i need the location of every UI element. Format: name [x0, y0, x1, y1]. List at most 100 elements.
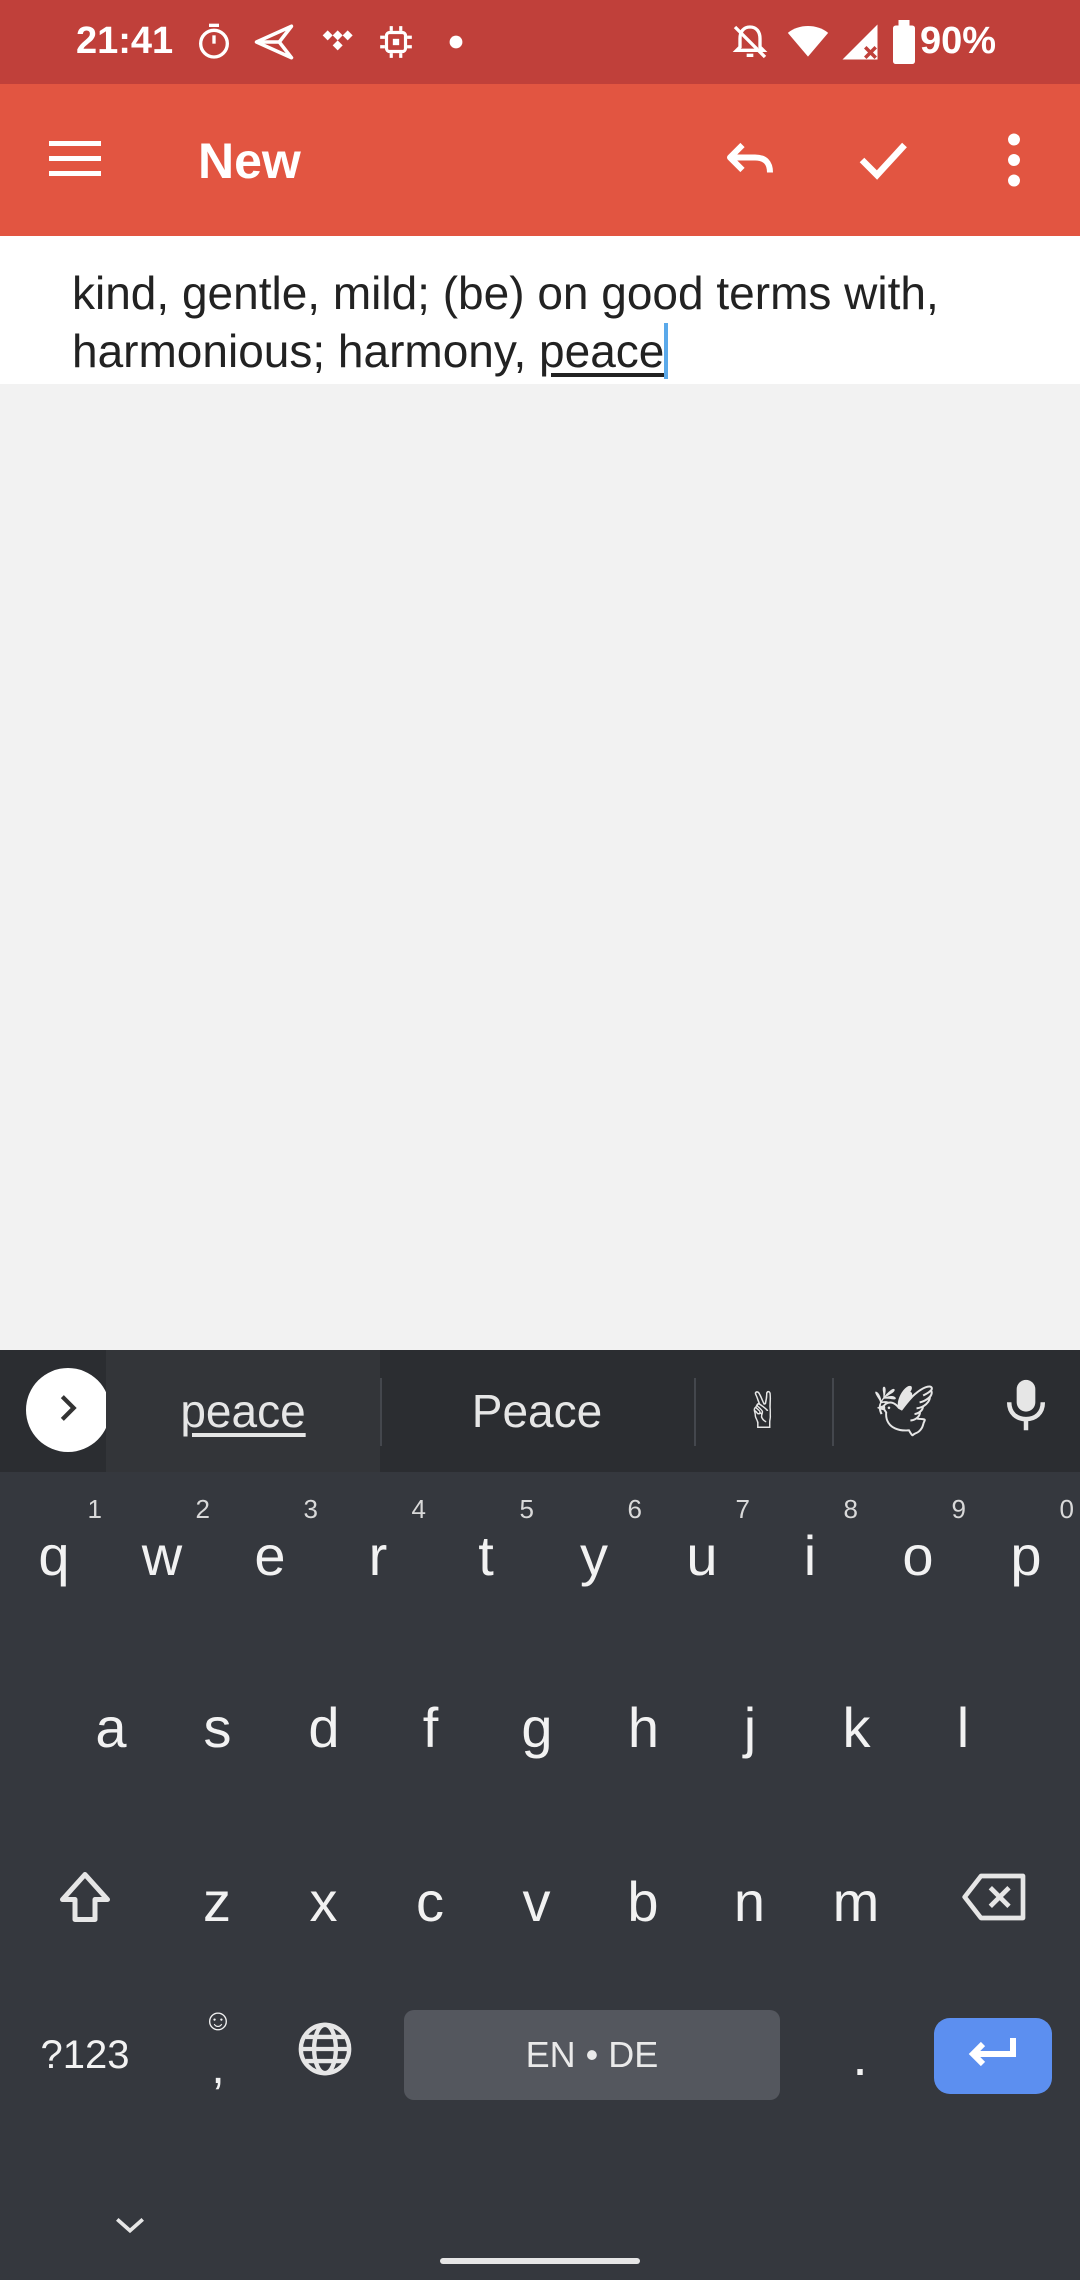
key-k[interactable]: k: [804, 1662, 910, 1792]
key-h[interactable]: h: [591, 1662, 697, 1792]
key-x[interactable]: x: [271, 1836, 377, 1966]
key-g[interactable]: g: [484, 1662, 590, 1792]
composing-word: peace: [539, 325, 665, 377]
timer-icon: [190, 18, 238, 66]
key-d[interactable]: d: [271, 1662, 377, 1792]
key-a[interactable]: a: [58, 1662, 164, 1792]
comma-label: ,: [211, 2041, 225, 2094]
keyboard: peace Peace ✌ 🕊 q1w2e3r4t5y6u7i8o9p0 asd…: [0, 1350, 1080, 2280]
key-p[interactable]: p0: [972, 1490, 1080, 1620]
notifications-off-icon: [726, 18, 774, 66]
symbols-key[interactable]: ?123: [20, 2010, 150, 2100]
comma-emoji-key[interactable]: ☺ ,: [176, 2000, 260, 2110]
undo-icon: [720, 130, 780, 195]
suggestion-emoji-dove[interactable]: 🕊: [834, 1350, 974, 1472]
key-label: o: [902, 1523, 934, 1587]
more-options-button[interactable]: [972, 120, 1056, 204]
key-s[interactable]: s: [165, 1662, 271, 1792]
key-v[interactable]: v: [484, 1836, 590, 1966]
backspace-icon: [959, 1869, 1031, 1938]
key-label: y: [580, 1523, 608, 1587]
editor-empty-area[interactable]: [0, 384, 1080, 1350]
key-b[interactable]: b: [590, 1836, 696, 1966]
key-r[interactable]: r4: [324, 1490, 432, 1620]
key-q[interactable]: q1: [0, 1490, 108, 1620]
key-label: e: [254, 1523, 286, 1587]
globe-icon: [296, 2020, 354, 2091]
key-w[interactable]: w2: [108, 1490, 216, 1620]
key-z[interactable]: z: [164, 1836, 270, 1966]
app-bar: New: [0, 84, 1080, 236]
suggestion-1[interactable]: peace: [106, 1350, 380, 1472]
suggestion-bar: peace Peace ✌ 🕊: [0, 1350, 1080, 1472]
more-vert-icon: [1004, 132, 1024, 193]
key-e[interactable]: e3: [216, 1490, 324, 1620]
chevron-right-icon: [51, 1391, 85, 1430]
key-label: w: [141, 1523, 183, 1587]
microphone-icon: [1003, 1378, 1049, 1445]
key-l[interactable]: l: [910, 1662, 1016, 1792]
chip-icon: [372, 18, 420, 66]
chevron-down-icon: [113, 2184, 147, 2249]
enter-key[interactable]: [934, 2018, 1052, 2094]
key-label: r: [368, 1523, 388, 1587]
voice-input-button[interactable]: [974, 1350, 1078, 1472]
period-key[interactable]: .: [820, 2010, 900, 2100]
key-number-hint: 9: [951, 1494, 966, 1524]
status-bar: 21:41 90%: [0, 0, 1080, 84]
key-number-hint: 2: [195, 1494, 210, 1524]
key-y[interactable]: y6: [540, 1490, 648, 1620]
key-number-hint: 8: [843, 1494, 858, 1524]
send-icon: [250, 18, 298, 66]
key-number-hint: 3: [303, 1494, 318, 1524]
key-number-hint: 0: [1059, 1494, 1074, 1524]
gesture-nav-handle[interactable]: [440, 2258, 640, 2264]
dot-icon: [432, 18, 480, 66]
shift-key[interactable]: [30, 1848, 140, 1958]
hide-keyboard-button[interactable]: [90, 2186, 170, 2246]
undo-button[interactable]: [708, 120, 792, 204]
keyboard-expand-button[interactable]: [26, 1368, 110, 1452]
note-text[interactable]: kind, gentle, mild; (be) on good terms w…: [72, 264, 1032, 380]
menu-button[interactable]: [36, 126, 116, 196]
key-i[interactable]: i8: [756, 1490, 864, 1620]
key-number-hint: 1: [87, 1494, 102, 1524]
key-label: i: [803, 1523, 817, 1587]
text-cursor: [664, 323, 669, 379]
key-o[interactable]: o9: [864, 1490, 972, 1620]
key-number-hint: 7: [735, 1494, 750, 1524]
key-label: t: [478, 1523, 494, 1587]
save-check-button[interactable]: [840, 120, 924, 204]
key-u[interactable]: u7: [648, 1490, 756, 1620]
space-key[interactable]: EN • DE: [404, 2010, 780, 2100]
note-text-body: kind, gentle, mild; (be) on good terms w…: [72, 267, 939, 377]
backspace-key[interactable]: [940, 1848, 1050, 1958]
check-icon: [852, 130, 912, 195]
smiley-icon: ☺: [202, 2004, 234, 2037]
key-label: u: [686, 1523, 718, 1587]
status-time: 21:41: [76, 20, 174, 62]
tidal-icon: [312, 18, 360, 66]
key-j[interactable]: j: [697, 1662, 803, 1792]
key-number-hint: 5: [519, 1494, 534, 1524]
language-key[interactable]: [280, 2010, 370, 2100]
enter-icon: [965, 2034, 1021, 2079]
shift-icon: [55, 1867, 115, 1940]
key-number-hint: 6: [627, 1494, 642, 1524]
key-label: q: [38, 1523, 70, 1587]
key-f[interactable]: f: [378, 1662, 484, 1792]
key-c[interactable]: c: [377, 1836, 483, 1966]
note-editor[interactable]: kind, gentle, mild; (be) on good terms w…: [0, 236, 1080, 384]
key-label: p: [1010, 1523, 1042, 1587]
page-title: New: [198, 133, 301, 189]
suggestion-emoji-victory[interactable]: ✌: [696, 1350, 832, 1472]
key-t[interactable]: t5: [432, 1490, 540, 1620]
signal-icon: [836, 18, 884, 66]
battery-percent: 90%: [920, 20, 997, 62]
key-number-hint: 4: [411, 1494, 426, 1524]
key-m[interactable]: m: [803, 1836, 909, 1966]
key-n[interactable]: n: [697, 1836, 803, 1966]
suggestion-2[interactable]: Peace: [382, 1350, 692, 1472]
wifi-icon: [784, 18, 832, 66]
menu-icon: [49, 139, 103, 184]
